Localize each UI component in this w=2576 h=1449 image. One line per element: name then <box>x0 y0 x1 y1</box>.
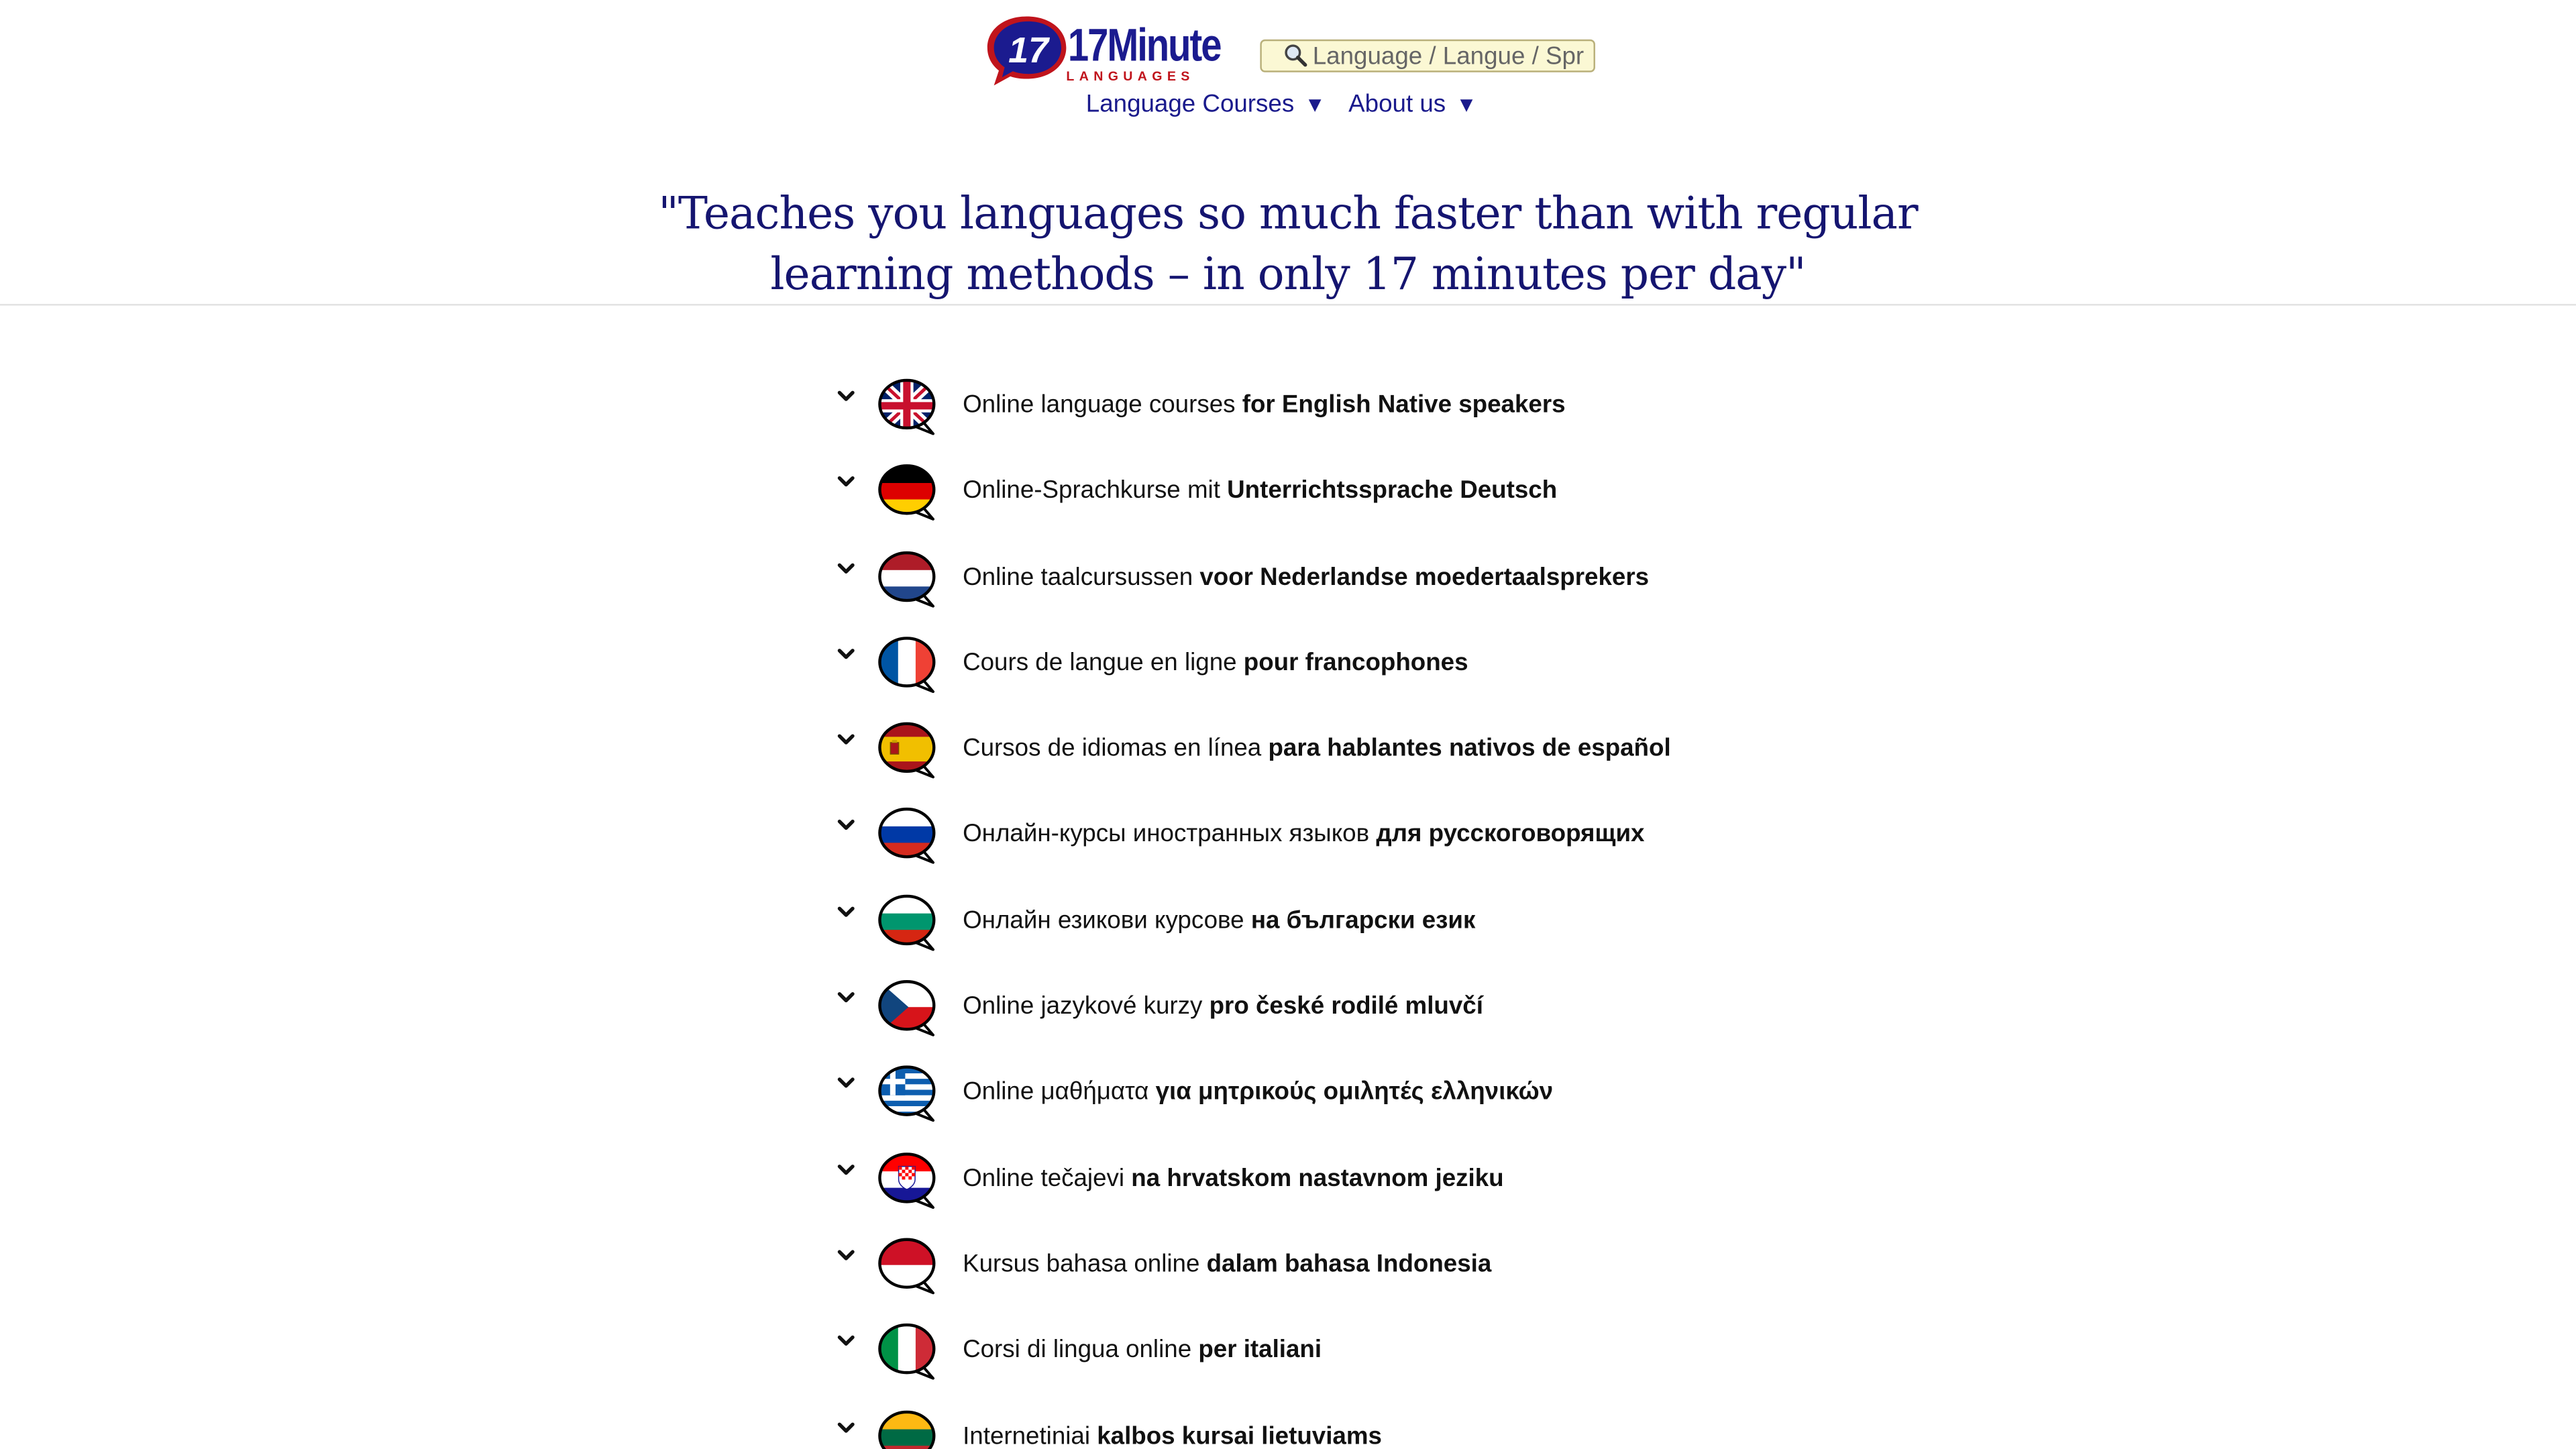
dropdown-arrow-icon: ▼ <box>1456 92 1477 117</box>
course-label[interactable]: Internetiniai kalbos kursai lietuviams <box>963 1422 1382 1449</box>
course-label[interactable]: Cursos de idiomas en línea para hablante… <box>963 735 1671 763</box>
germany-flag-icon <box>878 464 936 521</box>
course-label[interactable]: Online jazykové kurzy pro české rodilé m… <box>963 992 1483 1020</box>
course-label[interactable]: Online tečajevi na hrvatskom nastavnom j… <box>963 1165 1503 1193</box>
svg-text:17: 17 <box>1008 30 1051 70</box>
croatia-flag-icon <box>878 1152 936 1209</box>
page: 17 17Minute LANGUAGES Language Courses ▼… <box>0 0 2576 1449</box>
italy-flag-icon <box>878 1324 936 1381</box>
course-item[interactable]: Cours de langue en ligne pour francophon… <box>835 633 1984 718</box>
course-item[interactable]: Online jazykové kurzy pro české rodilé m… <box>835 976 1984 1062</box>
course-label-bold: per italiani <box>1198 1336 1322 1364</box>
russia-flag-icon <box>878 808 936 865</box>
course-label-bold: pro české rodilé mluvčí <box>1209 992 1483 1021</box>
chevron-down-icon[interactable] <box>835 1415 857 1438</box>
course-label-text: Kursus bahasa online <box>963 1250 1207 1279</box>
chevron-down-icon[interactable] <box>835 556 857 579</box>
indonesia-flag-icon <box>878 1238 936 1295</box>
course-label-bold: dalam bahasa Indonesia <box>1206 1250 1492 1279</box>
course-label-text: Online tečajevi <box>963 1164 1132 1193</box>
course-item[interactable]: Corsi di lingua online per italiani <box>835 1320 1984 1405</box>
france-flag-icon <box>878 636 936 693</box>
search-box[interactable] <box>1260 39 1595 72</box>
search-input[interactable] <box>1312 41 1593 71</box>
course-item[interactable]: Online μαθήματα για μητρικούς ομιλητές ε… <box>835 1062 1984 1148</box>
course-label-text: Online μαθήματα <box>963 1078 1156 1107</box>
course-item[interactable]: Онлайн езикови курсове на български език <box>835 890 1984 976</box>
course-label-text: Internetiniai <box>963 1421 1097 1449</box>
chevron-down-icon[interactable] <box>835 1158 857 1181</box>
course-label-bold: pour francophones <box>1243 649 1468 677</box>
course-item[interactable]: Online tečajevi na hrvatskom nastavnom j… <box>835 1148 1984 1234</box>
czech-flag-icon <box>878 980 936 1037</box>
nav-language-courses-label: Language Courses <box>1085 90 1295 119</box>
course-label-bold: na hrvatskom nastavnom jeziku <box>1131 1164 1504 1193</box>
divider <box>0 304 2576 306</box>
logo-subtext: LANGUAGES <box>1066 68 1195 84</box>
course-label-text: Онлайн-курсы иностранных языков <box>963 820 1377 849</box>
uk-flag-icon <box>878 378 936 435</box>
course-label[interactable]: Kursus bahasa online dalam bahasa Indone… <box>963 1250 1491 1279</box>
course-label-bold: para hablantes nativos de español <box>1268 735 1671 763</box>
course-label[interactable]: Corsi di lingua online per italiani <box>963 1336 1322 1364</box>
spain-flag-icon <box>878 722 936 779</box>
course-item[interactable]: Internetiniai kalbos kursai lietuviams <box>835 1405 1984 1449</box>
netherlands-flag-icon <box>878 550 936 607</box>
course-item[interactable]: Kursus bahasa online dalam bahasa Indone… <box>835 1234 1984 1320</box>
course-label-text: Online jazykové kurzy <box>963 992 1210 1021</box>
course-item[interactable]: Cursos de idiomas en línea para hablante… <box>835 718 1984 804</box>
course-label[interactable]: Онлайн-курсы иностранных языков для русс… <box>963 820 1644 849</box>
bulgaria-flag-icon <box>878 894 936 951</box>
course-label[interactable]: Online μαθήματα για μητρικούς ομιλητές ε… <box>963 1078 1553 1106</box>
course-item[interactable]: Online-Sprachkurse mit Unterrichtssprach… <box>835 460 1984 546</box>
course-label-text: Cours de langue en ligne <box>963 649 1244 677</box>
chevron-down-icon[interactable] <box>835 986 857 1009</box>
course-label[interactable]: Online taalcursussen voor Nederlandse mo… <box>963 563 1649 591</box>
course-list: Online language courses for English Nati… <box>835 374 1984 1449</box>
course-label[interactable]: Онлайн езикови курсове на български език <box>963 906 1475 934</box>
course-label-bold: для русскоговорящих <box>1376 820 1645 849</box>
course-label[interactable]: Cours de langue en ligne pour francophon… <box>963 649 1468 677</box>
nav-about-us[interactable]: About us ▼ <box>1348 91 1477 119</box>
chevron-down-icon[interactable] <box>835 1330 857 1352</box>
chevron-down-icon[interactable] <box>835 1244 857 1267</box>
chevron-down-icon[interactable] <box>835 728 857 751</box>
course-label-bold: for English Native speakers <box>1242 390 1566 419</box>
site-logo[interactable]: 17 17Minute LANGUAGES <box>984 13 1222 89</box>
course-item[interactable]: Online taalcursussen voor Nederlandse mo… <box>835 547 1984 633</box>
course-label-bold: voor Nederlandse moedertaalsprekers <box>1199 563 1650 591</box>
chevron-down-icon[interactable] <box>835 814 857 837</box>
course-label-text: Cursos de idiomas en línea <box>963 735 1269 763</box>
greece-flag-icon <box>878 1066 936 1123</box>
chevron-down-icon[interactable] <box>835 900 857 923</box>
nav-about-us-label: About us <box>1348 90 1446 119</box>
chevron-down-icon[interactable] <box>835 642 857 665</box>
lithuania-flag-icon <box>878 1409 936 1449</box>
course-label-text: Online taalcursussen <box>963 563 1200 591</box>
tagline-line-2: learning methods – in only 17 minutes pe… <box>770 250 1806 301</box>
course-label-bold: για μητρικούς ομιλητές ελληνικών <box>1155 1078 1554 1107</box>
main-nav: Language Courses ▼ About us ▼ <box>1086 91 1477 119</box>
tagline-line-1: "Teaches you languages so much faster th… <box>658 189 1918 240</box>
course-item[interactable]: Online language courses for English Nati… <box>835 374 1984 460</box>
course-label-text: Corsi di lingua online <box>963 1336 1199 1364</box>
speech-bubble-logo-icon: 17 <box>987 16 1067 86</box>
course-label-text: Online-Sprachkurse mit <box>963 476 1228 505</box>
course-label-bold: Unterrichtssprache Deutsch <box>1227 476 1558 505</box>
course-label-text: Онлайн езикови курсове <box>963 906 1251 934</box>
dropdown-arrow-icon: ▼ <box>1304 92 1326 117</box>
course-label[interactable]: Online-Sprachkurse mit Unterrichtssprach… <box>963 477 1557 505</box>
search-icon <box>1285 44 1307 67</box>
logo-wordmark: 17Minute <box>1067 19 1222 71</box>
course-item[interactable]: Онлайн-курсы иностранных языков для русс… <box>835 804 1984 890</box>
tagline: "Teaches you languages so much faster th… <box>0 184 2576 305</box>
course-label-bold: kalbos kursai lietuviams <box>1097 1421 1382 1449</box>
chevron-down-icon[interactable] <box>835 1072 857 1095</box>
chevron-down-icon[interactable] <box>835 470 857 493</box>
course-label-text: Online language courses <box>963 390 1242 419</box>
nav-language-courses[interactable]: Language Courses ▼ <box>1086 91 1326 119</box>
course-label[interactable]: Online language courses for English Nati… <box>963 391 1565 419</box>
chevron-down-icon[interactable] <box>835 384 857 407</box>
course-label-bold: на български език <box>1250 906 1476 934</box>
